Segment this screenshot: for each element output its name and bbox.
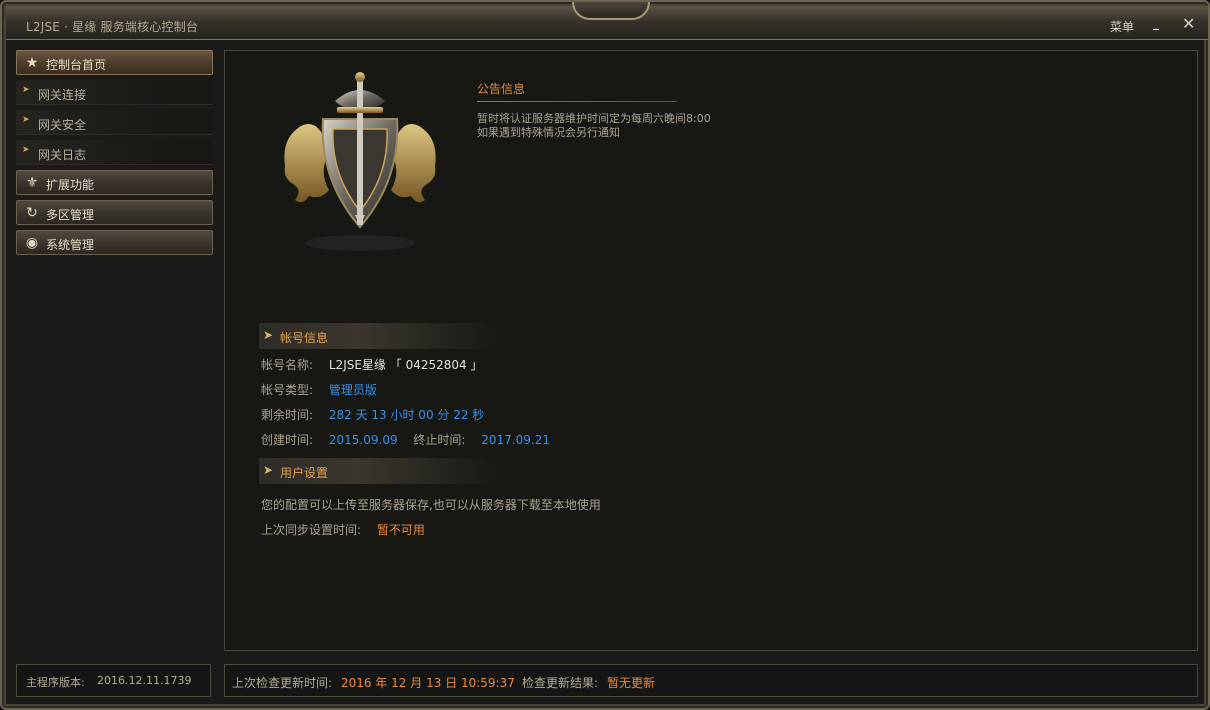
- created-date-value: 2015.09.09: [328, 433, 398, 447]
- notice-body: 暂时将认证服务器维护时间定为每周六晚间8:00 如果遇到特殊情况会另行通知: [477, 112, 711, 140]
- last-sync-value: 暂不可用: [376, 523, 425, 537]
- notice-divider: [477, 101, 677, 102]
- pointer-icon: ➤: [22, 85, 30, 95]
- account-section-header: ➤ 帐号信息: [259, 323, 504, 349]
- main-panel: 公告信息 暂时将认证服务器维护时间定为每周六晚间8:00 如果遇到特殊情况会另行…: [224, 50, 1198, 651]
- title-ornament: [572, 2, 650, 20]
- pointer-icon: ➤: [22, 145, 30, 155]
- update-result-label: 检查更新结果:: [522, 676, 599, 690]
- star-icon: ★: [25, 55, 39, 71]
- refresh-icon: ↻: [26, 205, 38, 221]
- account-type-value: 管理员版: [328, 383, 377, 397]
- app-window: L2JSE · 星缘 服务端核心控制台 菜单 _ ✕ ★ 控制台首页 ➤ 网关连…: [0, 0, 1210, 710]
- version-box: 主程序版本: 2016.12.11.1739: [16, 664, 211, 697]
- notice-line-2: 如果遇到特殊情况会另行通知: [477, 126, 620, 139]
- sidebar-item-gateway-log[interactable]: ➤ 网关日志: [16, 140, 213, 165]
- menu-button[interactable]: 菜单: [1110, 18, 1134, 35]
- sidebar-item-extensions[interactable]: ⚜ 扩展功能: [16, 170, 213, 195]
- account-name-row: 帐号名称: L2JSE星缘 「 04252804 」: [261, 356, 482, 373]
- sidebar-item-gateway-connection[interactable]: ➤ 网关连接: [16, 80, 213, 105]
- eye-icon: ◉: [25, 235, 39, 251]
- settings-description: 您的配置可以上传至服务器保存,也可以从服务器下载至本地使用: [261, 496, 601, 513]
- end-date-value: 2017.09.21: [481, 433, 551, 447]
- settings-description-text: 您的配置可以上传至服务器保存,也可以从服务器下载至本地使用: [261, 498, 601, 512]
- pointer-icon: ➤: [22, 115, 30, 125]
- field-label: 帐号类型:: [261, 383, 314, 397]
- sidebar-item-home[interactable]: ★ 控制台首页: [16, 50, 213, 75]
- account-name-value: L2JSE星缘: [328, 358, 386, 372]
- sidebar-item-multi-zone[interactable]: ↻ 多区管理: [16, 200, 213, 225]
- sidebar-item-gateway-security[interactable]: ➤ 网关安全: [16, 110, 213, 135]
- user-settings-section-header: ➤ 用户设置: [259, 458, 504, 484]
- minimize-button[interactable]: _: [1153, 16, 1159, 30]
- field-label: 创建时间:: [261, 433, 314, 447]
- section-title: 帐号信息: [280, 331, 329, 345]
- update-result-value: 暂无更新: [607, 676, 656, 690]
- sidebar-item-label: 网关安全: [38, 118, 87, 132]
- field-label: 帐号名称:: [261, 358, 314, 372]
- title-bar[interactable]: L2JSE · 星缘 服务端核心控制台 菜单 _ ✕: [6, 2, 1208, 40]
- update-check-label: 上次检查更新时间:: [232, 676, 333, 690]
- version-value: 2016.12.11.1739: [97, 674, 192, 687]
- update-check-value: 2016 年 12 月 13 日 10:59:37: [341, 676, 515, 690]
- fleur-de-lis-icon: ⚜: [25, 175, 39, 191]
- section-title: 用户设置: [280, 466, 329, 480]
- sidebar-item-label: 网关日志: [38, 148, 87, 162]
- sidebar: ★ 控制台首页 ➤ 网关连接 ➤ 网关安全 ➤ 网关日志 ⚜ 扩展功能 ↻ 多区…: [16, 50, 213, 260]
- version-label: 主程序版本:: [26, 676, 85, 689]
- last-sync-row: 上次同步设置时间: 暂不可用: [261, 521, 425, 538]
- account-id-value: 「 04252804 」: [389, 358, 483, 372]
- field-label: 终止时间:: [413, 433, 466, 447]
- field-label: 剩余时间:: [261, 408, 314, 422]
- pointer-icon: ➤: [263, 463, 274, 477]
- field-label: 上次同步设置时间:: [261, 523, 362, 537]
- pointer-icon: ➤: [263, 328, 274, 342]
- sidebar-item-label: 扩展功能: [46, 178, 95, 192]
- sidebar-item-label: 多区管理: [46, 208, 95, 222]
- notice-title: 公告信息: [477, 82, 526, 96]
- window-title: L2JSE · 星缘 服务端核心控制台: [26, 20, 199, 34]
- sidebar-item-system[interactable]: ◉ 系统管理: [16, 230, 213, 255]
- sidebar-item-label: 控制台首页: [46, 58, 107, 72]
- account-type-row: 帐号类型: 管理员版: [261, 381, 377, 398]
- close-button[interactable]: ✕: [1182, 14, 1195, 33]
- notice-line-1: 暂时将认证服务器维护时间定为每周六晚间8:00: [477, 112, 711, 125]
- remaining-time-value: 282 天 13 小时 00 分 22 秒: [328, 408, 485, 422]
- sidebar-item-label: 系统管理: [46, 238, 95, 252]
- sidebar-item-label: 网关连接: [38, 88, 87, 102]
- status-bar: 上次检查更新时间: 2016 年 12 月 13 日 10:59:37 检查更新…: [224, 664, 1198, 697]
- dates-row: 创建时间: 2015.09.09 终止时间: 2017.09.21: [261, 431, 550, 448]
- crest-logo: [284, 72, 436, 251]
- remaining-time-row: 剩余时间: 282 天 13 小时 00 分 22 秒: [261, 406, 484, 423]
